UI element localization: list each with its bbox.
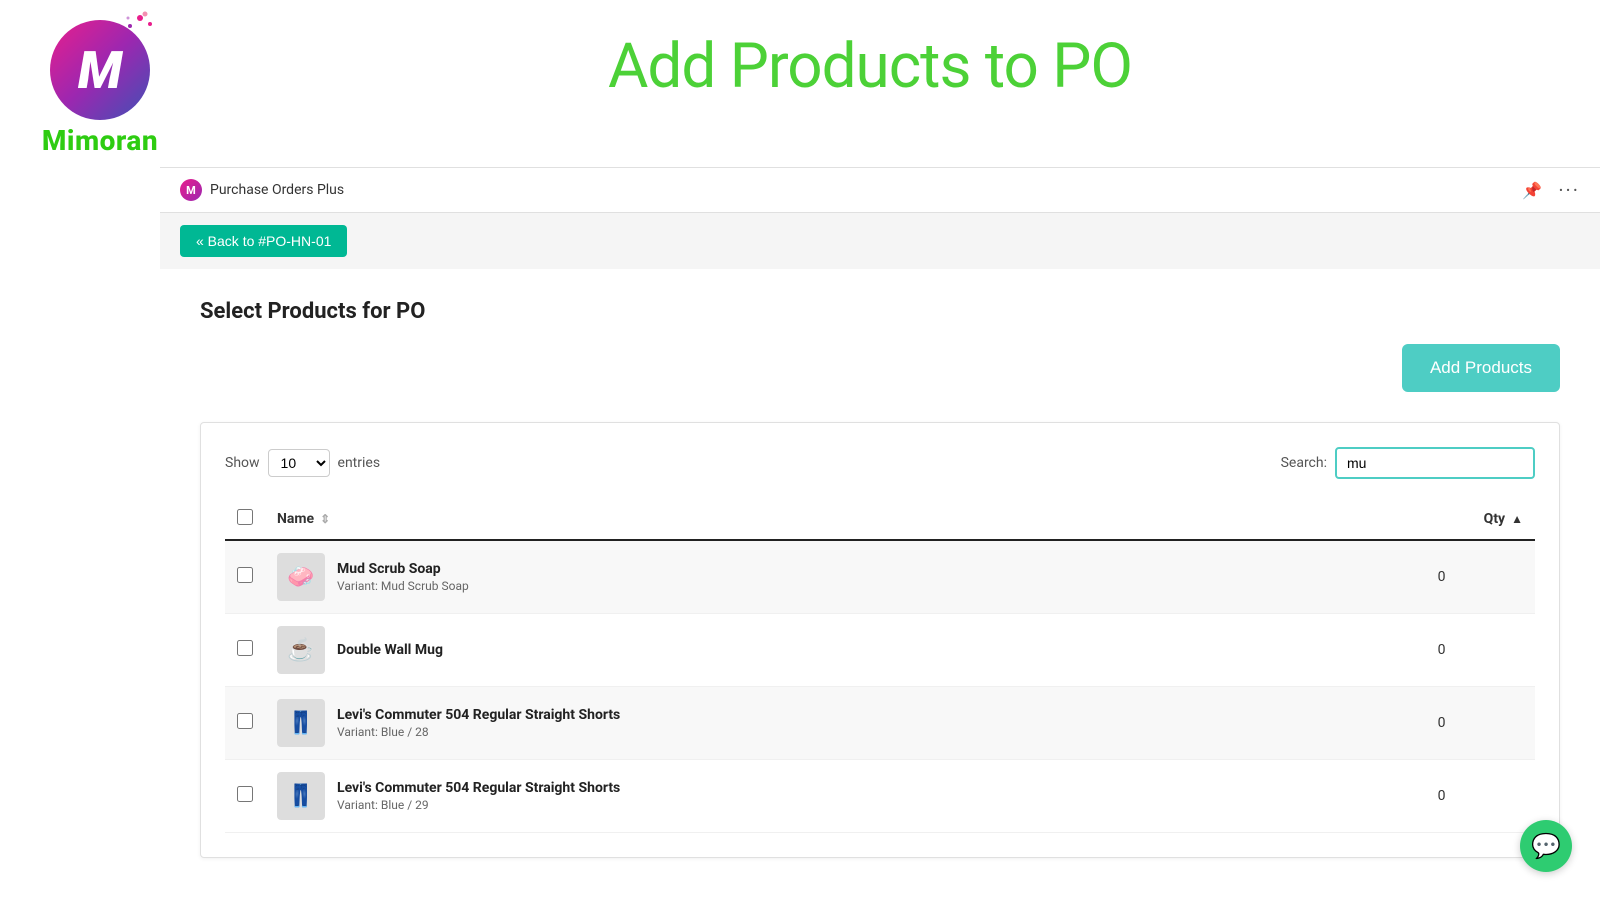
row-checkbox-cell: [225, 614, 265, 687]
qty-sort-icon[interactable]: ▲: [1511, 512, 1523, 526]
checkbox-header-cell: [225, 499, 265, 540]
chat-icon: 💬: [1531, 832, 1561, 860]
product-name: Mud Scrub Soap: [337, 561, 469, 577]
toolbar: « Back to #PO-HN-01: [160, 213, 1600, 269]
main-content: Select Products for PO Add Products Show…: [160, 269, 1600, 888]
header: M Mimoran Add Products to PO: [0, 0, 1600, 167]
table-row: 🧼 Mud Scrub Soap Variant: Mud Scrub Soap 0: [225, 540, 1535, 614]
product-text: Levi's Commuter 504 Regular Straight Sho…: [337, 780, 620, 812]
row-qty-cell: 0: [1348, 687, 1535, 760]
row-checkbox-cell: [225, 540, 265, 614]
table-row: 👖 Levi's Commuter 504 Regular Straight Sh…: [225, 687, 1535, 760]
row-checkbox[interactable]: [237, 713, 253, 729]
row-checkbox[interactable]: [237, 640, 253, 656]
product-variant: Variant: Blue / 29: [337, 798, 620, 812]
product-text: Double Wall Mug: [337, 642, 443, 658]
row-qty-cell: 0: [1348, 760, 1535, 833]
name-column-label: Name: [277, 511, 314, 527]
entries-select[interactable]: 10 25 50 100: [268, 449, 330, 477]
product-text: Levi's Commuter 504 Regular Straight Sho…: [337, 707, 620, 739]
row-qty-cell: 0: [1348, 614, 1535, 687]
logo-dots-decoration: [120, 10, 160, 50]
pin-icon[interactable]: 📌: [1522, 181, 1542, 200]
row-checkbox-cell: [225, 687, 265, 760]
table-body: 🧼Mud Scrub SoapVariant: Mud Scrub Soap0☕…: [225, 540, 1535, 833]
product-name: Levi's Commuter 504 Regular Straight Sho…: [337, 780, 620, 796]
product-thumbnail: 👖: [277, 699, 325, 747]
row-product-cell: 🧼 Mud Scrub Soap Variant: Mud Scrub Soap: [265, 540, 1348, 614]
page-title: Add Products to PO: [608, 30, 1132, 103]
row-checkbox[interactable]: [237, 786, 253, 802]
product-text: Mud Scrub Soap Variant: Mud Scrub Soap: [337, 561, 469, 593]
page-title-area: Add Products to PO: [180, 20, 1560, 103]
row-product-cell: 👖 Levi's Commuter 504 Regular Straight Sh…: [265, 687, 1348, 760]
row-product-cell: 👖 Levi's Commuter 504 Regular Straight Sh…: [265, 760, 1348, 833]
row-product-cell: ☕ Double Wall Mug: [265, 614, 1348, 687]
product-thumbnail: ☕: [277, 626, 325, 674]
table-row: 👖 Levi's Commuter 504 Regular Straight Sh…: [225, 760, 1535, 833]
add-products-row: Add Products: [200, 344, 1560, 392]
row-checkbox[interactable]: [237, 567, 253, 583]
add-products-button[interactable]: Add Products: [1402, 344, 1560, 392]
product-name: Double Wall Mug: [337, 642, 443, 658]
logo-icon: M: [50, 20, 150, 120]
more-menu-icon[interactable]: ···: [1558, 178, 1580, 202]
product-variant: Variant: Blue / 28: [337, 725, 620, 739]
select-all-checkbox[interactable]: [237, 509, 253, 525]
table-header: Name ⇕ Qty ▲: [225, 499, 1535, 540]
logo-area: M Mimoran: [20, 20, 180, 157]
product-thumbnail: 👖: [277, 772, 325, 820]
brand-name: Mimoran: [42, 124, 158, 157]
qty-header-cell: Qty ▲: [1348, 499, 1535, 540]
app-bar-left: M Purchase Orders Plus: [180, 179, 344, 201]
back-button[interactable]: « Back to #PO-HN-01: [180, 225, 347, 257]
section-title: Select Products for PO: [200, 299, 1560, 324]
product-variant: Variant: Mud Scrub Soap: [337, 579, 469, 593]
product-table: Name ⇕ Qty ▲ 🧼 Mud Scrub Soap Variant: Mud…: [225, 499, 1535, 833]
qty-column-label: Qty: [1484, 511, 1505, 527]
app-bar: M Purchase Orders Plus 📌 ···: [160, 167, 1600, 213]
row-checkbox-cell: [225, 760, 265, 833]
chat-button[interactable]: 💬: [1520, 820, 1572, 872]
search-label: Search:: [1281, 455, 1327, 471]
search-input[interactable]: [1335, 447, 1535, 479]
table-card: Show 10 25 50 100 entries Search:: [200, 422, 1560, 858]
logo-letter: M: [78, 40, 122, 101]
entries-label: entries: [338, 455, 381, 471]
table-controls: Show 10 25 50 100 entries Search:: [225, 447, 1535, 479]
product-thumbnail: 🧼: [277, 553, 325, 601]
search-area: Search:: [1281, 447, 1535, 479]
app-name: Purchase Orders Plus: [210, 182, 344, 198]
show-entries-control: Show 10 25 50 100 entries: [225, 449, 380, 477]
name-sort-icon[interactable]: ⇕: [320, 512, 330, 526]
app-bar-right: 📌 ···: [1522, 178, 1580, 202]
show-label: Show: [225, 455, 260, 471]
product-name: Levi's Commuter 504 Regular Straight Sho…: [337, 707, 620, 723]
app-icon: M: [180, 179, 202, 201]
row-qty-cell: 0: [1348, 540, 1535, 614]
table-row: ☕ Double Wall Mug 0: [225, 614, 1535, 687]
name-header-cell: Name ⇕: [265, 499, 1348, 540]
